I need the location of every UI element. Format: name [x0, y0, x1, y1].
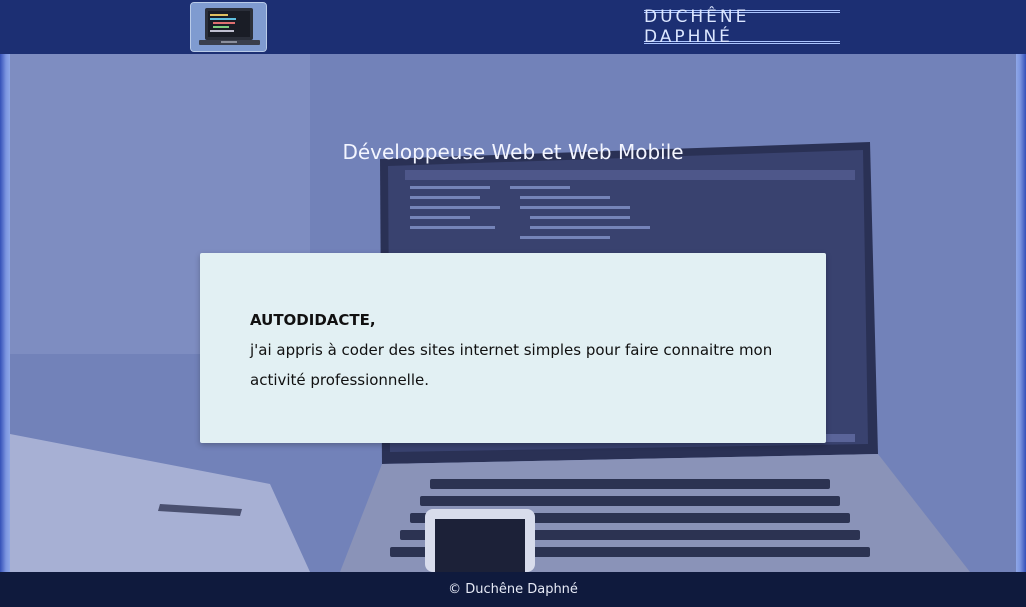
- intro-card: AUTODIDACTE, j'ai appris à coder des sit…: [200, 253, 826, 443]
- card-text: j'ai appris à coder des sites internet s…: [250, 341, 773, 389]
- hero-title: Développeuse Web et Web Mobile: [342, 140, 684, 164]
- laptop-logo-icon[interactable]: [190, 2, 267, 52]
- site-header: DUCHÊNE DAPHNÉ: [0, 0, 1026, 54]
- card-heading: AUTODIDACTE,: [250, 311, 376, 329]
- copyright-text: © Duchêne Daphné: [448, 582, 578, 597]
- site-footer: © Duchêne Daphné: [0, 572, 1026, 607]
- brand-name[interactable]: DUCHÊNE DAPHNÉ: [644, 7, 840, 47]
